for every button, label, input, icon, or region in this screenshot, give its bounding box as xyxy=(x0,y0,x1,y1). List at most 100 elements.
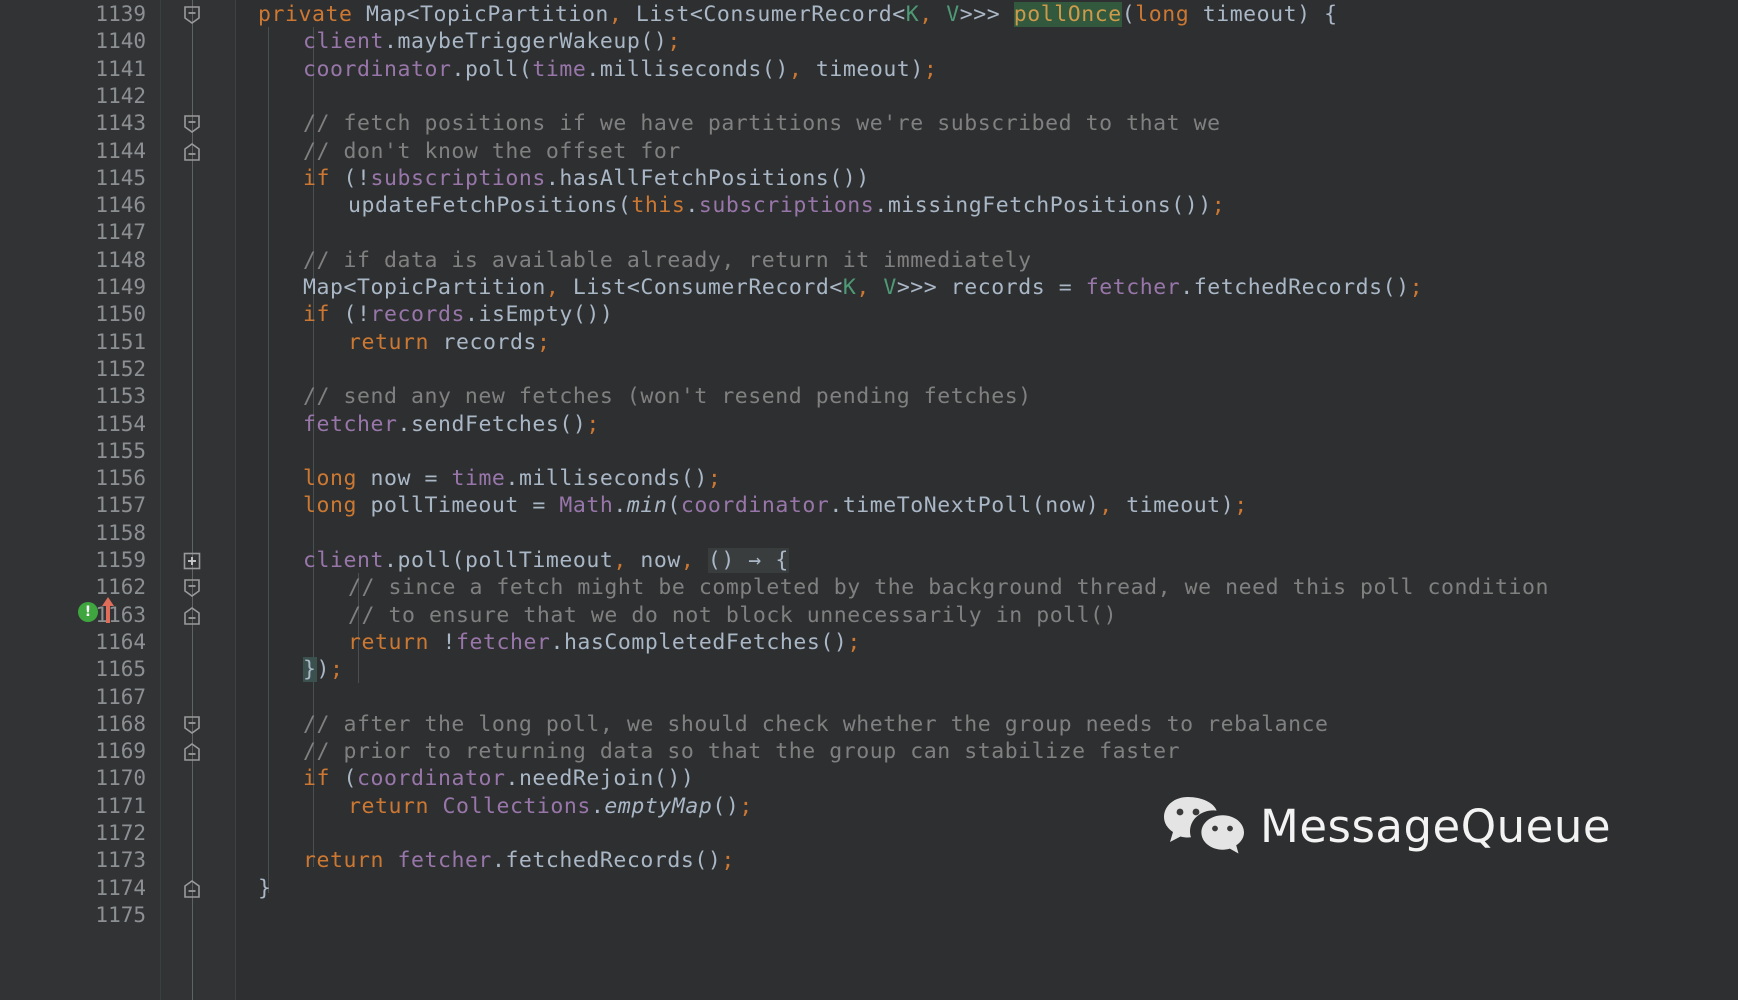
code-line[interactable]: 1175 xyxy=(0,902,1738,929)
code-line[interactable]: 1164 return !fetcher.hasCompletedFetches(… xyxy=(0,629,1738,656)
code-line[interactable]: 1165}); xyxy=(0,656,1738,683)
fold-collapse-end-icon[interactable] xyxy=(181,741,203,763)
code-line[interactable]: 1159 client.poll(pollTimeout, now, () → { xyxy=(0,547,1738,574)
code-line[interactable]: 1162 // since a fetch might be completed … xyxy=(0,574,1738,601)
line-content[interactable]: fetcher.sendFetches(); xyxy=(303,411,600,438)
line-number: 1140 xyxy=(95,29,146,54)
code-line[interactable]: 1152 xyxy=(0,356,1738,383)
line-number: 1153 xyxy=(95,384,146,409)
line-number: 1170 xyxy=(95,766,146,791)
line-number: 1163 xyxy=(95,602,146,627)
line-content[interactable]: client.maybeTriggerWakeup(); xyxy=(303,28,681,55)
code-line[interactable]: 1139 private Map<TopicPartition, List<Con… xyxy=(0,1,1738,28)
line-content[interactable]: // don't know the offset for xyxy=(303,138,681,165)
line-number: 1142 xyxy=(95,83,146,108)
line-content[interactable]: } xyxy=(258,875,272,902)
line-content[interactable]: // fetch positions if we have partitions… xyxy=(303,110,1221,137)
code-line[interactable]: 1157 long pollTimeout = Math.min(coordina… xyxy=(0,492,1738,519)
code-line[interactable]: 1174} xyxy=(0,875,1738,902)
code-line[interactable]: 1140 client.maybeTriggerWakeup(); xyxy=(0,28,1738,55)
code-line[interactable]: 1148 // if data is available already, ret… xyxy=(0,247,1738,274)
line-number: 1146 xyxy=(95,193,146,218)
code-line[interactable]: 1143 // fetch positions if we have partit… xyxy=(0,110,1738,137)
line-number: 1158 xyxy=(95,520,146,545)
line-number: 1169 xyxy=(95,739,146,764)
code-line[interactable]: 1141 coordinator.poll(time.milliseconds()… xyxy=(0,56,1738,83)
code-line[interactable]: 1173 return fetcher.fetchedRecords(); xyxy=(0,847,1738,874)
fold-collapse-start-icon[interactable] xyxy=(181,113,203,135)
code-line[interactable]: 1172 xyxy=(0,820,1738,847)
code-line[interactable]: 1155 xyxy=(0,438,1738,465)
line-number: 1174 xyxy=(95,875,146,900)
line-content[interactable]: return Collections.emptyMap(); xyxy=(348,793,753,820)
line-number: 1150 xyxy=(95,302,146,327)
code-line[interactable]: 1154 fetcher.sendFetches(); xyxy=(0,411,1738,438)
line-number: 1162 xyxy=(95,575,146,600)
code-line[interactable]: 1145 if (!subscriptions.hasAllFetchPositi… xyxy=(0,165,1738,192)
fold-expand-icon[interactable] xyxy=(181,550,203,572)
line-number: 1143 xyxy=(95,111,146,136)
code-editor[interactable]: 1139 private Map<TopicPartition, List<Con… xyxy=(0,0,1738,1000)
line-number: 1155 xyxy=(95,438,146,463)
line-number: 1144 xyxy=(95,138,146,163)
line-number: 1157 xyxy=(95,493,146,518)
code-line[interactable]: 1167 xyxy=(0,684,1738,711)
line-number: 1159 xyxy=(95,548,146,572)
line-content[interactable]: if (!records.isEmpty()) xyxy=(303,301,613,328)
code-line[interactable]: 1158 xyxy=(0,520,1738,547)
line-content[interactable]: }); xyxy=(303,656,344,683)
line-content[interactable]: long pollTimeout = Math.min(coordinator.… xyxy=(303,492,1248,519)
code-line[interactable]: 1150 if (!records.isEmpty()) xyxy=(0,301,1738,328)
line-number: 1156 xyxy=(95,466,146,491)
fold-collapse-end-icon[interactable] xyxy=(181,141,203,163)
code-line[interactable]: 1153 // send any new fetches (won't resen… xyxy=(0,383,1738,410)
line-content[interactable]: return records; xyxy=(348,329,550,356)
line-number: 1165 xyxy=(95,657,146,682)
code-line[interactable]: 1146 updateFetchPositions(this.subscripti… xyxy=(0,192,1738,219)
line-number: 1164 xyxy=(95,629,146,654)
line-content[interactable]: updateFetchPositions(this.subscriptions.… xyxy=(348,192,1225,219)
line-content[interactable]: // if data is available already, return … xyxy=(303,247,1032,274)
code-line[interactable]: 1151 return records; xyxy=(0,329,1738,356)
line-content[interactable]: private Map<TopicPartition, List<Consume… xyxy=(258,1,1338,28)
line-content[interactable]: // since a fetch might be completed by t… xyxy=(348,574,1549,601)
code-line[interactable]: 1169 // prior to returning data so that t… xyxy=(0,738,1738,765)
line-content[interactable]: client.poll(pollTimeout, now, () → { xyxy=(303,547,789,574)
fold-collapse-start-icon[interactable] xyxy=(181,577,203,599)
fold-collapse-start-icon[interactable] xyxy=(181,714,203,736)
code-line[interactable]: 1142 xyxy=(0,83,1738,110)
line-number: 1139 xyxy=(95,2,146,26)
line-content[interactable]: // after the long poll, we should check … xyxy=(303,711,1329,738)
line-content[interactable]: // to ensure that we do not block unnece… xyxy=(348,602,1117,629)
line-number: 1148 xyxy=(95,247,146,272)
line-content[interactable]: // send any new fetches (won't resend pe… xyxy=(303,383,1032,410)
info-bulb-icon[interactable]: ! xyxy=(78,602,98,622)
code-line[interactable]: 1171 return Collections.emptyMap(); xyxy=(0,793,1738,820)
method-override-up-arrow-icon[interactable] xyxy=(100,596,116,623)
code-line[interactable]: 1149 Map<TopicPartition, List<ConsumerRec… xyxy=(0,274,1738,301)
line-content[interactable]: if (!subscriptions.hasAllFetchPositions(… xyxy=(303,165,870,192)
code-line[interactable]: 1147 xyxy=(0,219,1738,246)
line-content[interactable]: Map<TopicPartition, List<ConsumerRecord<… xyxy=(303,274,1423,301)
fold-collapse-start-icon[interactable] xyxy=(181,4,203,26)
line-content[interactable]: if (coordinator.needRejoin()) xyxy=(303,765,694,792)
fold-collapse-end-icon[interactable] xyxy=(181,878,203,900)
line-content[interactable]: return fetcher.fetchedRecords(); xyxy=(303,847,735,874)
code-line[interactable]: 1144 // don't know the offset for xyxy=(0,138,1738,165)
line-content[interactable]: return !fetcher.hasCompletedFetches(); xyxy=(348,629,861,656)
line-number: 1147 xyxy=(95,220,146,245)
fold-collapse-end-icon[interactable] xyxy=(181,605,203,627)
line-number: 1151 xyxy=(95,329,146,354)
line-content[interactable]: long now = time.milliseconds(); xyxy=(303,465,721,492)
code-line[interactable]: 1168 // after the long poll, we should ch… xyxy=(0,711,1738,738)
code-line[interactable]: 1156 long now = time.milliseconds(); xyxy=(0,465,1738,492)
line-number: 1149 xyxy=(95,275,146,299)
code-line[interactable]: 1163 // to ensure that we do not block un… xyxy=(0,602,1738,629)
line-number: 1175 xyxy=(95,902,146,927)
code-line[interactable]: 1170 if (coordinator.needRejoin()) xyxy=(0,765,1738,792)
line-content[interactable]: coordinator.poll(time.milliseconds(), ti… xyxy=(303,56,937,83)
line-number: 1171 xyxy=(95,793,146,818)
line-number: 1167 xyxy=(95,684,146,709)
line-number: 1172 xyxy=(95,821,146,845)
line-content[interactable]: // prior to returning data so that the g… xyxy=(303,738,1180,765)
